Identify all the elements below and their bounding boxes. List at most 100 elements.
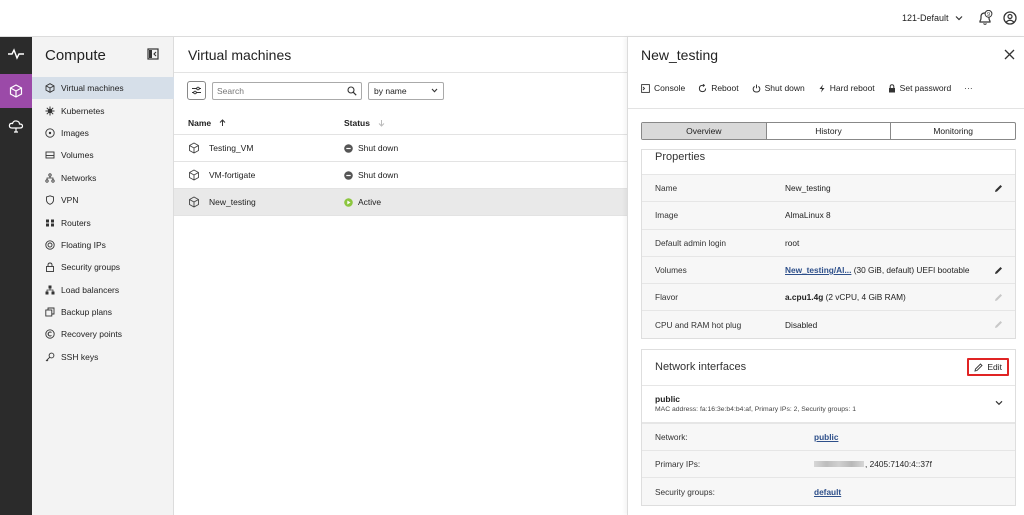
network-interface-item[interactable]: public MAC address: fa:16:3e:b4:b4:af, P… (642, 386, 1015, 423)
cube-icon (45, 83, 55, 94)
edit-network-button[interactable]: Edit (967, 358, 1009, 377)
filter-button[interactable] (187, 81, 206, 100)
sidebar-item-images[interactable]: Images (32, 122, 174, 144)
shut-down-status-icon (344, 143, 353, 153)
router-icon (45, 218, 55, 228)
property-label: Name (655, 183, 678, 194)
network-interfaces-card: Network interfaces Edit public MAC addre… (641, 348, 1016, 506)
user-menu-button[interactable] (1003, 11, 1017, 25)
cloud-icon (8, 119, 24, 133)
close-icon (1004, 49, 1015, 60)
pencil-icon[interactable] (994, 184, 1003, 193)
rail-item-compute[interactable] (0, 74, 32, 108)
set-password-button[interactable]: Set password (888, 83, 952, 93)
sidebar-item-label: Kubernetes (61, 105, 105, 116)
cube-icon (188, 169, 200, 181)
reboot-button[interactable]: Reboot (698, 83, 739, 93)
top-bar: 121-Default 9 (0, 0, 1024, 37)
sidebar-item-label: Load balancers (61, 284, 120, 295)
property-row-admin-login: Default admin login root (642, 228, 1015, 256)
action-bar: Console Reboot Shut down Hard reboot Set… (641, 83, 973, 93)
sidebar-item-label: VPN (61, 195, 79, 206)
sidebar-item-vpn[interactable]: VPN (32, 189, 174, 211)
property-label: Flavor (655, 292, 679, 303)
vm-list-panel: Virtual machines by name Name (174, 37, 627, 515)
sidebar-item-routers[interactable]: Routers (32, 211, 174, 233)
sidebar-item-kubernetes[interactable]: Kubernetes (32, 99, 174, 121)
drive-icon (45, 150, 55, 160)
sort-select[interactable]: by name (368, 81, 444, 100)
more-actions-button[interactable]: ··· (964, 83, 973, 93)
search-icon[interactable] (347, 85, 357, 96)
properties-title: Properties (655, 151, 706, 163)
table-row[interactable]: VM-fortigate Shut down (174, 162, 627, 189)
sidebar-item-security-groups[interactable]: Security groups (32, 256, 174, 278)
sidebar-item-label: Networks (61, 172, 97, 183)
set-password-button-label: Set password (899, 83, 952, 93)
collapse-sidebar-button[interactable] (147, 48, 159, 60)
close-button[interactable] (1004, 49, 1015, 60)
sidebar-item-networks[interactable]: Networks (32, 167, 174, 189)
project-selector[interactable]: 121-Default (902, 13, 963, 23)
sidebar-item-recovery-points[interactable]: Recovery points (32, 323, 174, 345)
table-row[interactable]: Testing_VM Shut down (174, 135, 627, 162)
tab-history[interactable]: History (767, 123, 892, 139)
sidebar-item-label: Recovery points (61, 329, 122, 340)
shut-down-button[interactable]: Shut down (752, 83, 805, 93)
sidebar-item-backup-plans[interactable]: Backup plans (32, 301, 174, 323)
table-row[interactable]: New_testing Active (174, 189, 627, 216)
interface-label: Primary IPs: (655, 459, 701, 470)
interface-row-security-groups: Security groups: default (642, 477, 1015, 505)
redacted-ip (814, 461, 864, 468)
rail-item-cloud[interactable] (0, 109, 32, 143)
search-input[interactable] (217, 85, 337, 96)
tab-overview[interactable]: Overview (642, 123, 767, 139)
detail-content[interactable]: Properties Name New_testing Image AlmaLi… (641, 149, 1016, 515)
pencil-icon[interactable] (994, 266, 1003, 275)
notification-count-badge: 9 (987, 12, 990, 18)
sidebar-item-label: Security groups (61, 262, 121, 273)
console-button-label: Console (654, 83, 686, 93)
sidebar-item-floating-ips[interactable]: Floating IPs (32, 234, 174, 256)
property-label: Image (655, 210, 679, 221)
tab-monitoring[interactable]: Monitoring (891, 123, 1015, 139)
property-value: Disabled (785, 319, 818, 330)
vm-detail-panel: New_testing Console Reboot Shut down Har… (627, 37, 1024, 515)
rail-item-monitoring[interactable] (0, 37, 32, 71)
volume-link[interactable]: New_testing/Al... (785, 265, 851, 275)
helm-icon (45, 106, 55, 116)
console-icon (641, 83, 650, 93)
chevron-down-icon (955, 15, 963, 21)
sidebar-item-virtual-machines[interactable]: Virtual machines (32, 77, 174, 100)
bell-icon: 9 (977, 10, 993, 26)
backup-icon (45, 307, 55, 317)
power-icon (752, 84, 761, 93)
shut-down-status-icon (344, 170, 353, 180)
pencil-icon (994, 293, 1003, 302)
security-group-link[interactable]: default (814, 487, 841, 497)
sidebar-item-volumes[interactable]: Volumes (32, 144, 174, 166)
shut-down-button-label: Shut down (764, 83, 805, 93)
active-status-icon (344, 197, 353, 207)
lightning-icon (818, 84, 826, 93)
console-button[interactable]: Console (641, 83, 685, 93)
sidebar-item-ssh-keys[interactable]: SSH keys (32, 346, 174, 368)
column-header-status[interactable]: Status (344, 118, 385, 128)
property-value: New_testing (785, 183, 831, 194)
interface-label: Security groups: (655, 486, 715, 497)
property-row-hot-plug: CPU and RAM hot plug Disabled (642, 310, 1015, 338)
chevron-down-icon[interactable] (995, 400, 1003, 406)
hard-reboot-button[interactable]: Hard reboot (818, 83, 875, 93)
interface-meta: MAC address: fa:16:3e:b4:b4:af, Primary … (655, 405, 856, 413)
hard-reboot-button-label: Hard reboot (829, 83, 875, 93)
sidebar-item-label: Floating IPs (61, 239, 106, 250)
vm-name: New_testing (209, 197, 256, 207)
notifications-button[interactable]: 9 (977, 10, 993, 26)
column-header-name[interactable]: Name (174, 118, 344, 128)
property-row-volumes: Volumes New_testing/Al... (30 GiB, defau… (642, 255, 1015, 284)
table-header: Name Status (174, 111, 627, 135)
vm-status: Shut down (358, 143, 399, 153)
network-link[interactable]: public (814, 432, 838, 442)
more-actions-label: ··· (964, 83, 973, 93)
sidebar-item-load-balancers[interactable]: Load balancers (32, 279, 174, 301)
